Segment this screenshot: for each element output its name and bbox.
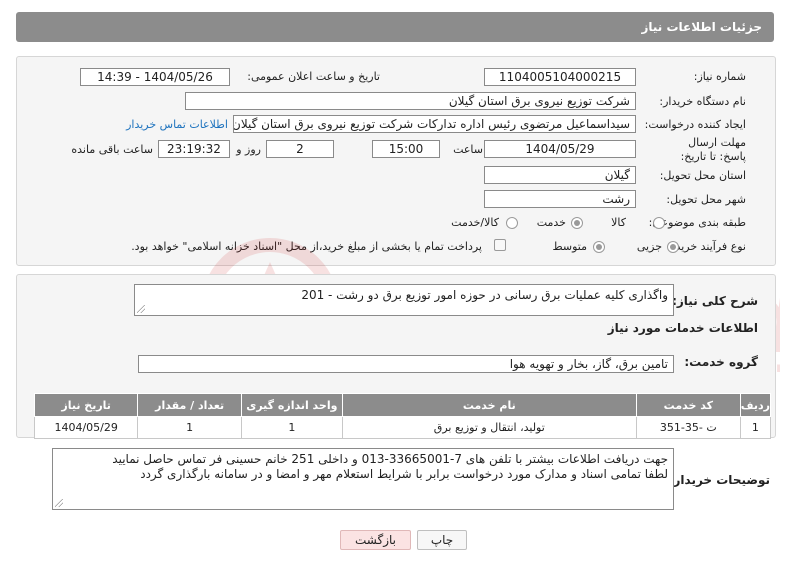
- table-cell: ت -35-351: [635, 416, 741, 439]
- category-goods-service-label: کالا/خدمت: [451, 216, 499, 229]
- treasury-note: پرداخت تمام یا بخشی از مبلغ خرید،از محل …: [131, 240, 482, 253]
- creator-label: ایجاد کننده درخواست:: [644, 118, 746, 131]
- category-service-label: خدمت: [536, 216, 566, 229]
- category-goods-radio[interactable]: [653, 217, 665, 229]
- category-goods-service-radio[interactable]: [506, 217, 518, 229]
- print-button[interactable]: چاپ: [417, 530, 467, 550]
- treasury-checkbox[interactable]: [494, 239, 506, 251]
- column-header: تاریخ نیاز: [33, 393, 139, 417]
- city-label: شهر محل تحویل:: [666, 193, 746, 206]
- table-cell: تولید، انتقال و توزیع برق: [341, 416, 637, 439]
- buyer-notes-line-1: جهت دریافت اطلاعات بیشتر با تلفن های 7-3…: [112, 452, 668, 466]
- buyer-contact-link[interactable]: اطلاعات تماس خریدار: [126, 118, 228, 131]
- buyer-field[interactable]: شرکت توزیع نیروی برق استان گیلان: [185, 92, 636, 110]
- table-header-row: ردیف کد خدمت نام خدمت واحد اندازه گیری ت…: [33, 393, 772, 417]
- table-cell: 1404/05/29: [33, 416, 139, 439]
- remaining-time-field[interactable]: 23:19:32: [158, 140, 230, 158]
- table-cell: 1: [137, 416, 242, 439]
- buyer-notes-label: توضیحات خریدار:: [668, 473, 770, 487]
- table-cell: 1: [240, 416, 343, 439]
- page-title: جزئیات اطلاعات نیاز: [641, 20, 762, 34]
- need-number-label: شماره نیاز:: [693, 70, 746, 83]
- page-header: جزئیات اطلاعات نیاز: [16, 12, 774, 42]
- summary-text: واگذاری کلیه عملیات برق رسانی در حوزه ام…: [301, 288, 668, 302]
- table-cell: 1: [739, 416, 772, 439]
- column-header: واحد اندازه گیری: [240, 393, 343, 417]
- table-row[interactable]: 1 ت -35-351 تولید، انتقال و توزیع برق 1 …: [33, 416, 772, 439]
- column-header: ردیف: [739, 393, 772, 417]
- category-goods-label: کالا: [611, 216, 626, 229]
- process-medium-label: متوسط: [552, 240, 587, 253]
- deadline-label: مهلت ارسال پاسخ: تا تاریخ:: [680, 136, 746, 163]
- deadline-time-field[interactable]: 15:00: [372, 140, 440, 158]
- city-field[interactable]: رشت: [484, 190, 636, 208]
- column-header: نام خدمت: [341, 393, 637, 417]
- days-label: روز و: [236, 143, 261, 156]
- announce-label: تاریخ و ساعت اعلان عمومی:: [247, 70, 380, 83]
- resize-grip-icon[interactable]: [55, 499, 63, 507]
- process-label: نوع فرآیند خرید :: [668, 240, 746, 253]
- deadline-date-field[interactable]: 1404/05/29: [484, 140, 636, 158]
- resize-grip-icon[interactable]: [137, 305, 145, 313]
- process-minor-radio[interactable]: [667, 241, 679, 253]
- days-field[interactable]: 2: [266, 140, 334, 158]
- process-medium-radio[interactable]: [593, 241, 605, 253]
- province-field[interactable]: گیلان: [484, 166, 636, 184]
- deadline-time-label: ساعت: [453, 143, 483, 156]
- need-info-panel: [16, 56, 776, 266]
- service-group-label: گروه خدمت:: [684, 355, 758, 369]
- category-service-radio[interactable]: [571, 217, 583, 229]
- creator-field[interactable]: سیداسماعیل مرتضوی رئیس اداره تدارکات شرک…: [233, 115, 636, 133]
- service-group-field[interactable]: تامین برق، گاز، بخار و تهویه هوا: [138, 355, 674, 373]
- summary-textarea[interactable]: واگذاری کلیه عملیات برق رسانی در حوزه ام…: [134, 284, 674, 316]
- announce-field[interactable]: 1404/05/26 - 14:39: [80, 68, 230, 86]
- summary-label: شرح کلی نیاز:: [672, 294, 758, 308]
- column-header: کد خدمت: [635, 393, 741, 417]
- need-number-field[interactable]: 1104005104000215: [484, 68, 636, 86]
- column-header: تعداد / مقدار: [137, 393, 242, 417]
- province-label: استان محل تحویل:: [659, 169, 746, 182]
- buyer-notes-line-2: لطفا تمامی اسناد و مدارک مورد درخواست بر…: [140, 467, 668, 481]
- services-title: اطلاعات خدمات مورد نیاز: [607, 321, 758, 335]
- back-button[interactable]: بازگشت: [340, 530, 411, 550]
- buyer-label: نام دستگاه خریدار:: [659, 95, 746, 108]
- services-table: ردیف کد خدمت نام خدمت واحد اندازه گیری ت…: [33, 393, 772, 439]
- remaining-label: ساعت باقی مانده: [71, 143, 153, 156]
- buyer-notes-textarea[interactable]: جهت دریافت اطلاعات بیشتر با تلفن های 7-3…: [52, 448, 674, 510]
- process-minor-label: جزیی: [636, 240, 662, 253]
